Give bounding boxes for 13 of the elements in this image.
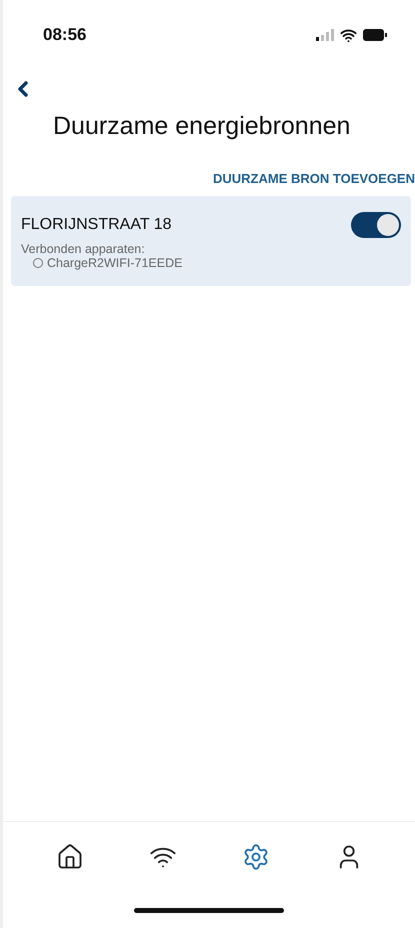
source-name: FLORIJNSTRAAT 18 <box>21 216 172 234</box>
toggle-switch[interactable] <box>351 212 401 238</box>
battery-icon <box>363 29 387 41</box>
status-time: 08:56 <box>43 25 86 45</box>
settings-tab[interactable] <box>242 843 270 871</box>
circle-icon <box>33 258 43 268</box>
device-name: ChargeR2WIFI-71EEDE <box>47 256 182 270</box>
wifi-icon <box>340 26 357 44</box>
add-source-link[interactable]: DUURZAME BRON TOEVOEGEN <box>213 171 415 186</box>
signal-icon <box>316 29 334 41</box>
page-title: Duurzame energiebronnen <box>53 112 352 141</box>
devices-label: Verbonden apparaten: <box>21 242 146 256</box>
home-tab[interactable] <box>56 843 84 871</box>
